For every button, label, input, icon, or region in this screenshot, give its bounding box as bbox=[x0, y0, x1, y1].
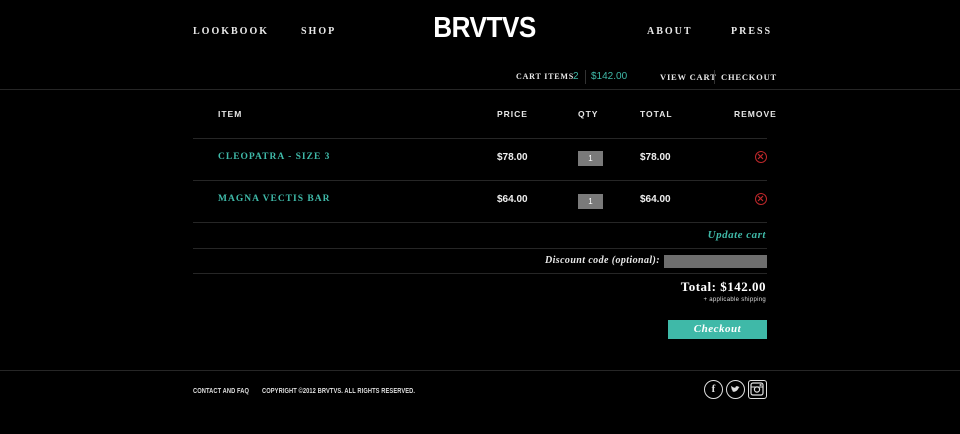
nav-lookbook[interactable]: LOOKBOOK bbox=[193, 26, 269, 37]
nav-press[interactable]: PRESS bbox=[731, 26, 772, 37]
update-cart-link[interactable]: Update cart bbox=[680, 229, 766, 241]
view-cart-link[interactable]: VIEW CART bbox=[660, 72, 717, 82]
site-logo[interactable]: BRVTVS bbox=[433, 12, 536, 45]
shipping-note: + applicable shipping bbox=[703, 297, 766, 303]
column-header-total: TOTAL bbox=[640, 109, 673, 119]
table-divider bbox=[193, 138, 767, 139]
footer-divider bbox=[0, 370, 960, 371]
cart-items-label: CART ITEMS bbox=[516, 72, 575, 81]
contact-faq-link[interactable]: CONTACT AND FAQ bbox=[193, 388, 249, 395]
discount-code-input[interactable] bbox=[664, 255, 767, 268]
column-header-item: ITEM bbox=[218, 109, 243, 119]
cart-item-price: $64.00 bbox=[497, 194, 528, 205]
cart-amount: $142.00 bbox=[591, 71, 628, 82]
cart-item-name[interactable]: MAGNA VECTIS BAR bbox=[218, 194, 330, 204]
order-total: Total: $142.00 bbox=[680, 279, 766, 294]
cart-item-total: $64.00 bbox=[640, 194, 671, 205]
remove-item-icon[interactable] bbox=[755, 193, 767, 205]
cartbar-divider bbox=[585, 70, 586, 84]
table-divider bbox=[193, 273, 767, 274]
twitter-icon[interactable] bbox=[726, 380, 745, 399]
column-header-price: PRICE bbox=[497, 109, 528, 119]
checkout-button[interactable]: Checkout bbox=[668, 320, 767, 339]
column-header-remove: REMOVE bbox=[734, 109, 777, 119]
facebook-icon[interactable]: f bbox=[704, 380, 723, 399]
column-header-qty: QTY bbox=[578, 109, 599, 119]
cart-item-name[interactable]: CLEOPATRA - SIZE 3 bbox=[218, 152, 330, 162]
checkout-link[interactable]: CHECKOUT bbox=[721, 72, 777, 82]
discount-code-label: Discount code (optional): bbox=[545, 255, 660, 266]
table-divider bbox=[193, 180, 767, 181]
table-divider bbox=[193, 248, 767, 249]
cart-item-total: $78.00 bbox=[640, 152, 671, 163]
cart-item-price: $78.00 bbox=[497, 152, 528, 163]
nav-shop[interactable]: SHOP bbox=[301, 26, 336, 37]
cart-items-count: 2 bbox=[573, 71, 579, 82]
header-divider bbox=[0, 89, 960, 90]
remove-item-icon[interactable] bbox=[755, 151, 767, 163]
quantity-input[interactable]: 1 bbox=[578, 151, 603, 166]
cartbar-divider bbox=[714, 70, 715, 84]
copyright-text: COPYRIGHT ©2012 BRVTVS. ALL RIGHTS RESER… bbox=[262, 388, 416, 395]
quantity-input[interactable]: 1 bbox=[578, 194, 603, 209]
table-divider bbox=[193, 222, 767, 223]
nav-about[interactable]: ABOUT bbox=[647, 26, 693, 37]
instagram-icon[interactable] bbox=[748, 380, 767, 399]
